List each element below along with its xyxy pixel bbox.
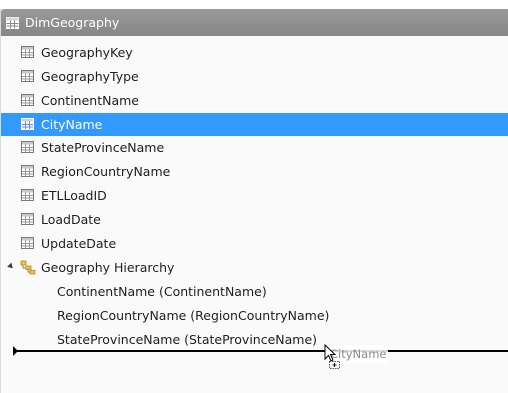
hierarchy-level-item[interactable]: RegionCountryName (RegionCountryName) [1, 304, 508, 327]
column-label: GeographyKey [41, 45, 133, 60]
column-label: LoadDate [41, 212, 101, 227]
hierarchy-item-geography[interactable]: Geography Hierarchy [1, 256, 508, 279]
expanded-triangle-icon[interactable] [7, 262, 15, 271]
diagram-canvas[interactable]: DimGeography GeographyKey GeographyType … [0, 0, 508, 393]
table-icon [6, 16, 19, 29]
hierarchy-level-item[interactable]: StateProvinceName (StateProvinceName) [1, 328, 508, 351]
column-icon [21, 94, 34, 106]
column-icon [21, 237, 34, 249]
column-label: ContinentName [41, 93, 139, 108]
column-icon [21, 118, 34, 130]
column-icon [21, 165, 34, 177]
column-item-geographykey[interactable]: GeographyKey [1, 41, 508, 64]
column-item-updatedate[interactable]: UpdateDate [1, 232, 508, 255]
table-title: DimGeography [25, 15, 120, 30]
table-header[interactable]: DimGeography [1, 9, 508, 36]
hierarchy-level-item[interactable]: ContinentName (ContinentName) [1, 280, 508, 303]
column-item-continentname[interactable]: ContinentName [1, 89, 508, 112]
column-item-stateprovincename[interactable]: StateProvinceName [1, 136, 508, 159]
column-icon [21, 70, 34, 82]
column-item-geographytype[interactable]: GeographyType [1, 65, 508, 88]
hierarchy-level-label: RegionCountryName (RegionCountryName) [57, 308, 330, 323]
column-item-loaddate[interactable]: LoadDate [1, 208, 508, 231]
column-item-etlloadid[interactable]: ETLLoadID [1, 184, 508, 207]
hierarchy-icon [20, 260, 36, 275]
column-icon [21, 46, 34, 58]
column-label: UpdateDate [41, 236, 117, 251]
column-icon [21, 213, 34, 225]
column-label: RegionCountryName [41, 164, 171, 179]
drag-copy-cursor-icon [324, 343, 342, 370]
column-label: CityName [41, 117, 103, 132]
column-label: GeographyType [41, 69, 139, 84]
column-icon [21, 189, 34, 201]
drop-insertion-line [13, 346, 508, 356]
hierarchy-level-label: ContinentName (ContinentName) [57, 284, 267, 299]
column-label: StateProvinceName [41, 140, 165, 155]
column-icon [21, 141, 34, 153]
column-label: ETLLoadID [41, 188, 107, 203]
hierarchy-level-label: StateProvinceName (StateProvinceName) [57, 332, 318, 347]
column-item-cityname[interactable]: CityName [1, 113, 508, 136]
table-dimgeography[interactable]: DimGeography GeographyKey GeographyType … [0, 9, 508, 393]
column-item-regioncountryname[interactable]: RegionCountryName [1, 160, 508, 183]
hierarchy-label: Geography Hierarchy [41, 260, 175, 275]
